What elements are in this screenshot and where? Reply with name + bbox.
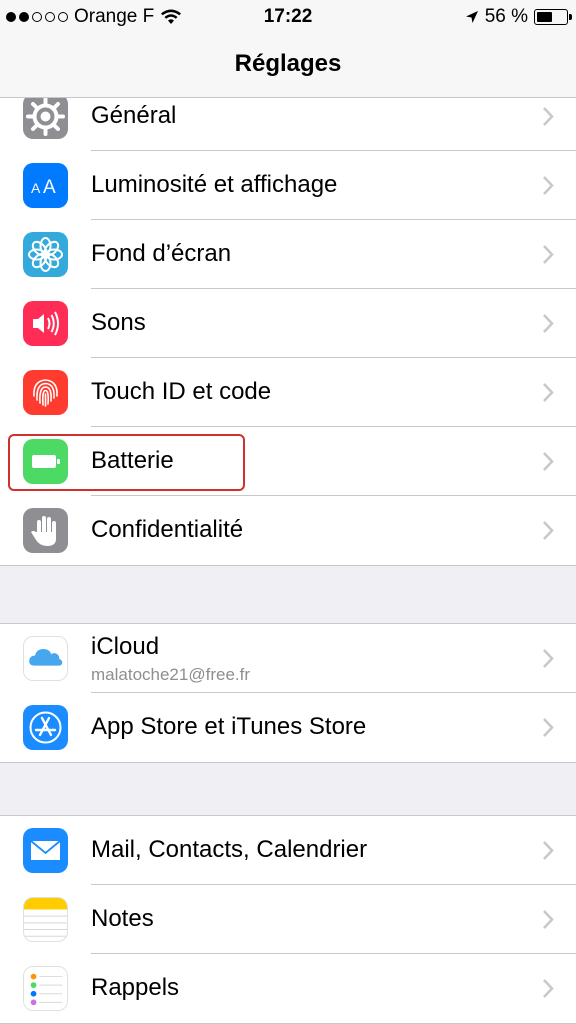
chevron-right-icon xyxy=(543,841,554,860)
row-label: Général xyxy=(91,102,177,129)
settings-row-wallpaper[interactable]: Fond d’écran xyxy=(0,220,576,289)
row-label: Confidentialité xyxy=(91,516,244,543)
status-right: 56 % xyxy=(465,6,572,28)
battery-fill xyxy=(537,12,552,22)
row-label: App Store et iTunes Store xyxy=(91,713,367,740)
location-arrow-icon xyxy=(465,11,478,23)
settings-group-3: Mail, Contacts, Calendrier Notes Rappels xyxy=(0,815,576,1024)
battery-icon xyxy=(23,439,68,484)
row-label: Mail, Contacts, Calendrier xyxy=(91,836,368,863)
hand-icon xyxy=(23,508,68,553)
chevron-right-icon xyxy=(543,383,554,402)
row-label: Luminosité et affichage xyxy=(91,171,338,198)
row-label: Notes xyxy=(91,905,154,932)
settings-row-sounds[interactable]: Sons xyxy=(0,289,576,358)
row-label: Batterie xyxy=(91,447,174,474)
app-store-icon xyxy=(23,705,68,750)
settings-row-display[interactable]: A A Luminosité et affichage xyxy=(0,151,576,220)
settings-list[interactable]: Général A A Luminosité et affichage Fond… xyxy=(0,98,576,1024)
settings-row-privacy[interactable]: Confidentialité xyxy=(0,496,576,565)
chevron-right-icon xyxy=(543,649,554,668)
chevron-right-icon xyxy=(543,176,554,195)
row-label: Sons xyxy=(91,309,146,336)
gear-icon xyxy=(23,98,68,139)
chevron-right-icon xyxy=(543,245,554,264)
row-label: Rappels xyxy=(91,974,180,1001)
settings-row-battery[interactable]: Batterie xyxy=(0,427,576,496)
wallpaper-flower-icon xyxy=(23,232,68,277)
chevron-right-icon xyxy=(543,718,554,737)
chevron-right-icon xyxy=(543,452,554,471)
battery-icon xyxy=(534,9,572,25)
chevron-right-icon xyxy=(543,979,554,998)
speaker-icon xyxy=(23,301,68,346)
chevron-right-icon xyxy=(543,910,554,929)
fingerprint-icon xyxy=(23,370,68,415)
settings-row-notes[interactable]: Notes xyxy=(0,885,576,954)
settings-row-general[interactable]: Général xyxy=(0,98,576,151)
reminders-icon xyxy=(23,966,68,1011)
icloud-account-email: malatoche21@free.fr xyxy=(91,665,251,684)
settings-row-mail[interactable]: Mail, Contacts, Calendrier xyxy=(0,816,576,885)
settings-row-icloud[interactable]: iCloud malatoche21@free.fr xyxy=(0,624,576,693)
page-title: Réglages xyxy=(234,50,342,77)
navigation-bar: Réglages xyxy=(0,36,576,98)
text-size-icon: A A xyxy=(23,163,68,208)
svg-text:A: A xyxy=(43,177,56,198)
row-label: iCloud xyxy=(91,633,160,660)
notes-icon xyxy=(23,897,68,942)
cloud-icon xyxy=(23,636,68,681)
mail-icon xyxy=(23,828,68,873)
settings-group-2: iCloud malatoche21@free.fr App Store et … xyxy=(0,623,576,763)
chevron-right-icon xyxy=(543,314,554,333)
settings-row-reminders[interactable]: Rappels xyxy=(0,954,576,1023)
settings-group-1: Général A A Luminosité et affichage Fond… xyxy=(0,98,576,566)
chevron-right-icon xyxy=(543,107,554,126)
status-bar: Orange F 17:22 56 % xyxy=(0,0,576,36)
settings-row-app-store[interactable]: App Store et iTunes Store xyxy=(0,693,576,762)
row-label: Touch ID et code xyxy=(91,378,272,405)
battery-percent: 56 % xyxy=(484,6,528,27)
chevron-right-icon xyxy=(543,521,554,540)
svg-text:A: A xyxy=(31,180,41,196)
settings-row-touch-id[interactable]: Touch ID et code xyxy=(0,358,576,427)
row-label: Fond d’écran xyxy=(91,240,232,267)
